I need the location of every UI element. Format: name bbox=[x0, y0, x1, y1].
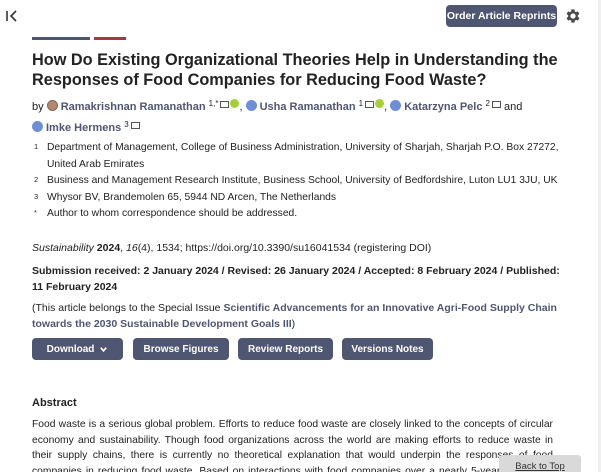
header-divider-red bbox=[94, 37, 126, 40]
affiliation-text: Author to whom correspondence should be … bbox=[47, 208, 298, 219]
author-affiliation-sup: 3 bbox=[124, 120, 129, 129]
author-name[interactable]: Imke Hermens bbox=[46, 122, 121, 134]
author-affiliation-sup: 1,* bbox=[208, 99, 219, 108]
download-button[interactable]: Download bbox=[32, 338, 123, 360]
mail-icon[interactable] bbox=[130, 122, 140, 129]
affiliation-item: 1 Department of Management, College of B… bbox=[34, 140, 574, 173]
abstract-heading: Abstract bbox=[32, 397, 77, 409]
author-name[interactable]: Katarzyna Pelc bbox=[404, 101, 482, 113]
affiliation-number: 3 bbox=[34, 191, 39, 201]
author-affiliation-sup: 2 bbox=[485, 99, 490, 108]
author-name[interactable]: Usha Ramanathan bbox=[260, 101, 356, 113]
chevron-down-icon bbox=[100, 346, 108, 352]
affiliation-text: Business and Management Research Institu… bbox=[47, 175, 558, 186]
affiliation-number: 2 bbox=[34, 175, 39, 184]
affiliation-item: 2 Business and Management Research Insti… bbox=[34, 173, 574, 190]
orcid-icon[interactable] bbox=[375, 99, 385, 108]
affiliation-number: * bbox=[34, 208, 37, 217]
download-label: Download bbox=[46, 343, 95, 355]
article-title: How Do Existing Organizational Theories … bbox=[32, 51, 558, 89]
author-avatar-icon bbox=[32, 121, 43, 132]
orcid-icon[interactable] bbox=[230, 99, 240, 108]
by-label: by bbox=[32, 101, 44, 113]
author-affiliation-sup: 1 bbox=[358, 99, 364, 108]
header-divider-grey bbox=[32, 37, 90, 40]
mail-icon[interactable] bbox=[220, 101, 230, 108]
special-issue-suffix: ) bbox=[291, 318, 296, 330]
author-list: by Ramakrishnan Ramanathan 1,*, Usha Ram… bbox=[32, 99, 523, 134]
browse-figures-button[interactable]: Browse Figures bbox=[133, 338, 229, 360]
special-issue-prefix: (This article belongs to the Special Iss… bbox=[32, 302, 224, 314]
mail-icon[interactable] bbox=[365, 101, 375, 108]
publication-dates: Submission received: 2 January 2024 / Re… bbox=[32, 265, 560, 293]
affiliation-text: Whysor BV, Brandemolen 65, 5944 ND Arcen… bbox=[47, 191, 337, 203]
affiliation-text: Department of Management, College of Bus… bbox=[47, 142, 559, 170]
order-reprints-button[interactable]: Order Article Reprints bbox=[446, 5, 557, 27]
citation-details[interactable]: (4), 1534; https://doi.org/10.3390/su160… bbox=[138, 242, 432, 254]
versions-notes-button[interactable]: Versions Notes bbox=[342, 338, 433, 360]
citation-volume: 16 bbox=[126, 242, 138, 254]
citation: Sustainability 2024, 16(4), 1534; https:… bbox=[32, 242, 432, 254]
affiliation-list: 1 Department of Management, College of B… bbox=[34, 140, 574, 223]
review-reports-button[interactable]: Review Reports bbox=[238, 338, 333, 360]
affiliation-number: 1 bbox=[34, 142, 39, 151]
author-avatar-icon bbox=[390, 100, 402, 111]
collapse-sidebar-icon[interactable] bbox=[5, 9, 19, 23]
and-label: and bbox=[504, 101, 523, 113]
journal-name: Sustainability bbox=[32, 242, 94, 254]
affiliation-item: * Author to whom correspondence should b… bbox=[34, 206, 574, 223]
author-name[interactable]: Ramakrishnan Ramanathan bbox=[61, 101, 206, 113]
back-to-top-button[interactable]: Back to Top bbox=[499, 455, 581, 472]
affiliation-item: 3 Whysor BV, Brandemolen 65, 5944 ND Arc… bbox=[34, 190, 574, 207]
author-avatar-icon bbox=[245, 100, 257, 111]
citation-year: 2024 bbox=[96, 242, 121, 254]
author-photo-icon bbox=[46, 100, 58, 111]
abstract-text: Food waste is a serious global problem. … bbox=[32, 419, 553, 472]
gear-icon[interactable] bbox=[564, 7, 582, 25]
mail-icon[interactable] bbox=[491, 101, 501, 108]
special-issue-note: (This article belongs to the Special Iss… bbox=[32, 300, 572, 332]
